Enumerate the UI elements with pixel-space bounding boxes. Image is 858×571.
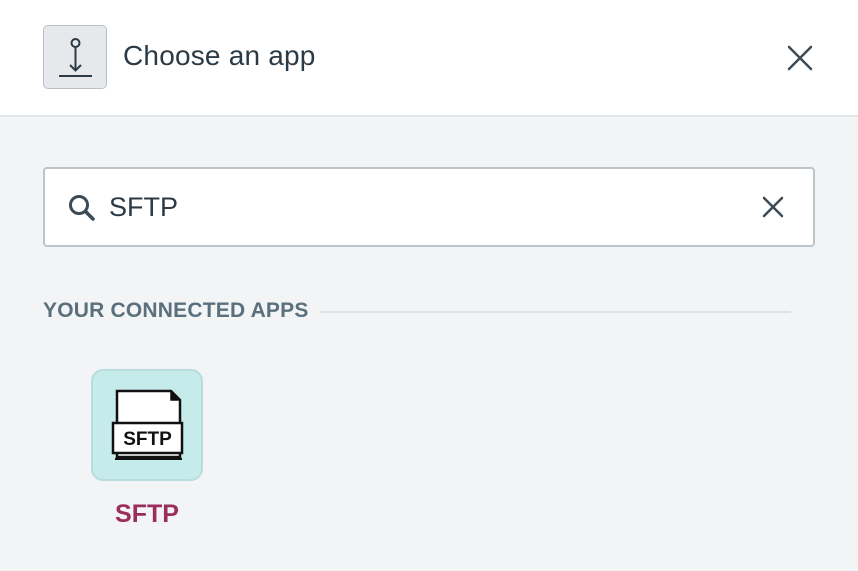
search-box xyxy=(43,167,815,247)
close-button[interactable] xyxy=(783,41,817,75)
sftp-logo-text: SFTP xyxy=(123,429,172,450)
sftp-file-icon: SFTP xyxy=(111,389,184,460)
trigger-step-icon xyxy=(43,25,107,89)
search-icon xyxy=(69,195,95,221)
close-icon xyxy=(787,45,813,71)
modal-header: Choose an app xyxy=(0,0,858,117)
section-heading: YOUR CONNECTED APPS xyxy=(43,299,309,322)
section-divider xyxy=(320,311,791,313)
search-input[interactable] xyxy=(109,187,729,227)
clear-search-button[interactable] xyxy=(760,194,786,220)
app-label-sftp[interactable]: SFTP xyxy=(91,500,203,529)
clear-icon xyxy=(762,196,784,218)
modal-title: Choose an app xyxy=(123,40,316,71)
app-tile-sftp[interactable]: SFTP xyxy=(91,369,203,481)
